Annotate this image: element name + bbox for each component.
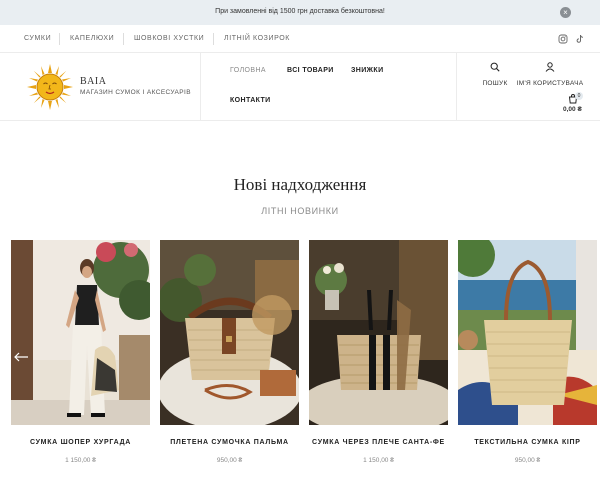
announcement-bar: При замовленні від 1500 грн доставка без…: [0, 0, 600, 25]
divider: [213, 33, 214, 45]
product-image[interactable]: [160, 240, 299, 425]
divider: [123, 33, 124, 45]
user-icon: [545, 62, 555, 72]
site-header: BAIA МАГАЗИН СУМОК І АКСЕСУАРІВ ГОЛОВНА …: [0, 53, 600, 121]
sun-logo-icon[interactable]: [26, 63, 74, 111]
product-card[interactable]: ТЕКСТИЛЬНА СУМКА КІПР 950,00 ₴: [458, 240, 597, 464]
product-card[interactable]: СУМКА ШОПЕР ХУРГАДА 1 150,00 ₴: [11, 240, 150, 464]
section-subtitle: ЛІТНІ НОВИНКИ: [261, 206, 339, 216]
nav-sale[interactable]: ЗНИЖКИ: [351, 67, 384, 74]
account-label: ІМ'Я КОРИСТУВАЧА: [516, 80, 584, 87]
section-title: Нові надходження: [233, 175, 367, 194]
product-image[interactable]: [309, 240, 448, 425]
close-icon[interactable]: ×: [560, 7, 571, 18]
cart-count-badge: 0: [575, 92, 583, 100]
nav-all-products[interactable]: ВСІ ТОВАРИ: [287, 67, 334, 74]
product-name[interactable]: ТЕКСТИЛЬНА СУМКА КІПР: [458, 439, 597, 446]
top-link-bags[interactable]: СУМКИ: [24, 35, 51, 42]
divider: [456, 53, 457, 121]
top-link-summer-visor[interactable]: ЛІТНІЙ КОЗИРОК: [224, 35, 290, 42]
nav-contacts[interactable]: КОНТАКТИ: [230, 97, 271, 104]
top-link-hats[interactable]: КАПЕЛЮХИ: [70, 35, 114, 42]
brand-tagline: МАГАЗИН СУМОК І АКСЕСУАРІВ: [80, 89, 191, 96]
product-price: 1 150,00 ₴: [65, 457, 96, 464]
top-link-silk-scarves[interactable]: ШОВКОВІ ХУСТКИ: [134, 35, 204, 42]
announcement-text: При замовленні від 1500 грн доставка без…: [215, 8, 385, 15]
product-price: 1 150,00 ₴: [363, 457, 394, 464]
account-button[interactable]: ІМ'Я КОРИСТУВАЧА: [515, 59, 585, 87]
tiktok-icon[interactable]: [575, 34, 585, 44]
product-card[interactable]: ПЛЕТЕНА СУМОЧКА ПАЛЬМА 950,00 ₴: [160, 240, 299, 464]
product-name[interactable]: ПЛЕТЕНА СУМОЧКА ПАЛЬМА: [160, 439, 299, 446]
cart-total[interactable]: 0,00 ₴: [563, 106, 582, 113]
search-button[interactable]: ПОШУК: [478, 59, 512, 87]
product-name[interactable]: СУМКА ШОПЕР ХУРГАДА: [11, 439, 150, 446]
product-name[interactable]: СУМКА ЧЕРЕЗ ПЛЕЧЕ САНТА-ФЕ: [309, 439, 448, 446]
product-price: 950,00 ₴: [514, 457, 541, 464]
brand-name[interactable]: BAIA: [80, 76, 106, 87]
product-image[interactable]: [458, 240, 597, 425]
search-label: ПОШУК: [482, 80, 508, 87]
product-image[interactable]: [11, 240, 150, 425]
carousel-prev-arrow-icon[interactable]: [13, 351, 29, 363]
category-links-bar: СУМКИ КАПЕЛЮХИ ШОВКОВІ ХУСТКИ ЛІТНІЙ КОЗ…: [0, 25, 600, 53]
search-icon: [490, 62, 500, 72]
nav-home[interactable]: ГОЛОВНА: [230, 67, 266, 74]
product-card[interactable]: СУМКА ЧЕРЕЗ ПЛЕЧЕ САНТА-ФЕ 1 150,00 ₴: [309, 240, 448, 464]
product-price: 950,00 ₴: [216, 457, 243, 464]
instagram-icon[interactable]: [558, 34, 568, 44]
divider: [200, 53, 201, 121]
divider: [59, 33, 60, 45]
